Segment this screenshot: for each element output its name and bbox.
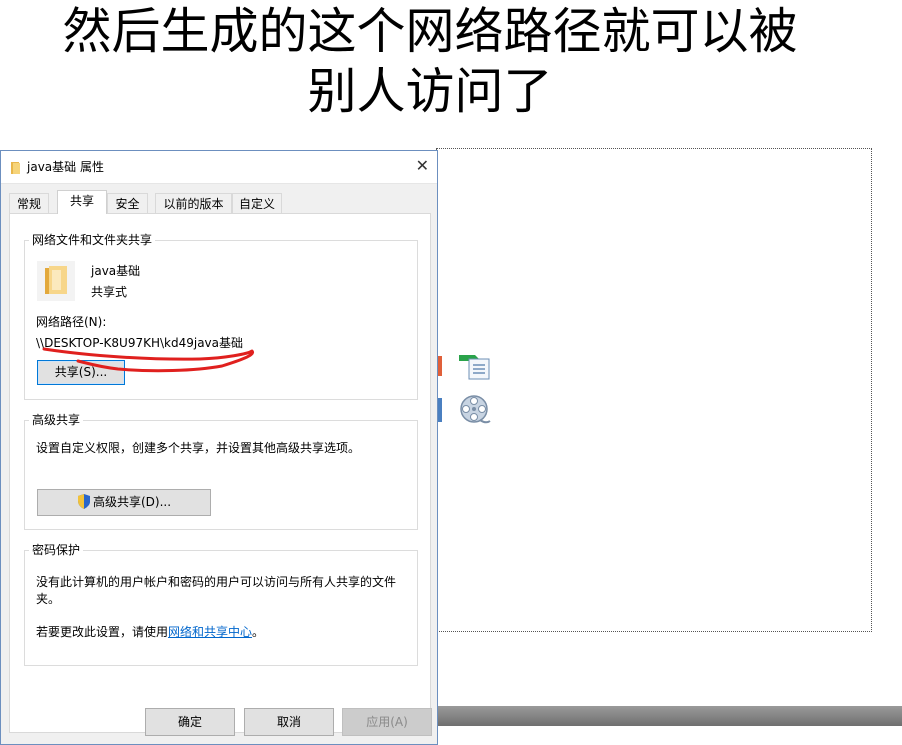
- tab-previous-versions[interactable]: 以前的版本: [155, 193, 232, 214]
- password-change-prefix: 若要更改此设置，请使用: [36, 625, 169, 639]
- ok-button[interactable]: 确定: [145, 708, 235, 736]
- caption-line-2: 别人访问了: [307, 63, 553, 120]
- password-description-line1: 没有此计算机的用户帐户和密码的用户可以访问与所有人共享的文件: [36, 575, 397, 589]
- advanced-sharing-description: 设置自定义权限，创建多个共享，并设置其他高级共享选项。: [36, 441, 361, 455]
- network-path-label: 网络路径(N):: [36, 315, 107, 329]
- share-state: 共享式: [91, 285, 128, 299]
- background-window: [436, 148, 872, 632]
- share-button[interactable]: 共享(S)...: [37, 360, 125, 385]
- tab-security[interactable]: 安全: [107, 193, 148, 214]
- network-sharing-group: 网络文件和文件夹共享 java基础 共享式 网络路径(N): \\DESKTOP…: [24, 232, 418, 400]
- folder-name: java基础: [91, 264, 141, 278]
- tab-customize[interactable]: 自定义: [232, 193, 282, 214]
- dialog-title: java基础 属性: [27, 160, 104, 174]
- advanced-sharing-group: 高级共享 设置自定义权限，创建多个共享，并设置其他高级共享选项。 高级共享(D)…: [24, 412, 418, 530]
- advanced-sharing-group-title: 高级共享: [29, 412, 84, 428]
- shared-folder-icon: [37, 261, 75, 301]
- network-sharing-group-title: 网络文件和文件夹共享: [29, 232, 156, 248]
- tab-sharing[interactable]: 共享: [57, 190, 107, 214]
- background-taskbar-strip: [438, 706, 902, 726]
- caption-line-1: 然后生成的这个网络路径就可以被: [62, 3, 798, 60]
- tutorial-caption: 然后生成的这个网络路径就可以被 别人访问了: [0, 2, 860, 122]
- sharing-panel: 网络文件和文件夹共享 java基础 共享式 网络路径(N): \\DESKTOP…: [9, 213, 431, 733]
- cancel-button[interactable]: 取消: [244, 708, 334, 736]
- network-sharing-center-link[interactable]: 网络和共享中心: [168, 625, 252, 639]
- network-path-value[interactable]: \\DESKTOP-K8U97KH\kd49java基础: [36, 334, 243, 351]
- password-protection-group-title: 密码保护: [29, 542, 84, 558]
- dialog-titlebar[interactable]: java基础 属性 ✕: [1, 151, 437, 184]
- password-description-line2: 夹。: [36, 592, 61, 606]
- close-icon[interactable]: ✕: [416, 156, 429, 175]
- green-document-icon[interactable]: [457, 351, 491, 385]
- apply-button[interactable]: 应用(A): [342, 708, 432, 736]
- uac-shield-icon: [77, 493, 91, 518]
- tab-general[interactable]: 常规: [9, 193, 49, 214]
- advanced-sharing-button[interactable]: 高级共享(D)...: [37, 489, 211, 516]
- password-protection-group: 密码保护 没有此计算机的用户帐户和密码的用户可以访问与所有人共享的文件 夹。 若…: [24, 542, 418, 666]
- password-change-hint: 若要更改此设置，请使用网络和共享中心。: [36, 623, 264, 640]
- properties-dialog: java基础 属性 ✕ 常规 共享 安全 以前的版本 自定义 网络文件和文件夹共…: [0, 150, 438, 745]
- film-reel-icon[interactable]: [458, 394, 492, 430]
- password-change-suffix: 。: [252, 625, 265, 639]
- advanced-sharing-button-label: 高级共享(D)...: [92, 495, 172, 509]
- folder-icon: [10, 160, 22, 179]
